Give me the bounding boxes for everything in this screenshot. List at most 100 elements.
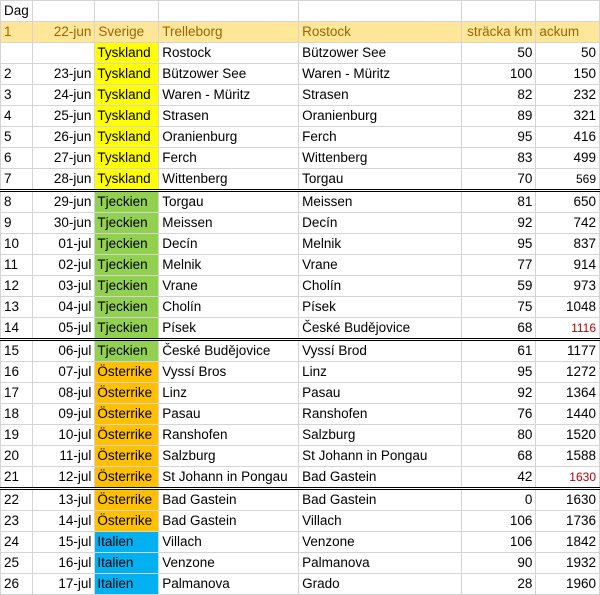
- header-country-cell[interactable]: Sverige: [94, 21, 160, 43]
- cell-from[interactable]: St Johann in Pongau: [158, 466, 300, 489]
- cell-ackum[interactable]: 321: [535, 105, 600, 127]
- cell-to[interactable]: Melnik: [298, 233, 463, 255]
- cell-km[interactable]: 95: [461, 361, 537, 383]
- cell-km[interactable]: 82: [461, 84, 537, 106]
- cell-day[interactable]: 11: [0, 254, 33, 276]
- cell-to[interactable]: Oranienburg: [298, 105, 463, 127]
- cell-ackum[interactable]: 742: [535, 212, 600, 234]
- cell-from[interactable]: Salzburg: [158, 445, 300, 467]
- cell-date[interactable]: 30-jun: [31, 212, 96, 234]
- cell-country[interactable]: Italien: [94, 531, 160, 553]
- cell-ackum[interactable]: 1272: [535, 361, 600, 383]
- cell-from[interactable]: Torgau: [158, 189, 300, 213]
- cell-date[interactable]: 15-jul: [31, 531, 96, 553]
- cell-date[interactable]: 05-jul: [31, 317, 96, 340]
- cell-to[interactable]: Decín: [298, 212, 463, 234]
- cell-km[interactable]: 28: [461, 573, 537, 595]
- cell-to[interactable]: Písek: [298, 296, 463, 318]
- cell-from[interactable]: Ranshofen: [158, 424, 300, 446]
- cell-to[interactable]: Salzburg: [298, 424, 463, 446]
- cell-country[interactable]: Tyskland: [94, 42, 160, 64]
- cell-country[interactable]: Italien: [94, 552, 160, 574]
- cell-ackum[interactable]: 416: [535, 126, 600, 148]
- cell-country[interactable]: Österrike: [94, 466, 160, 489]
- cell-date[interactable]: 24-jun: [31, 84, 96, 106]
- cell-country[interactable]: Tjeckien: [94, 296, 160, 318]
- cell-ackum[interactable]: 1736: [535, 510, 600, 532]
- cell-date[interactable]: 12-jul: [31, 466, 96, 489]
- cell-to[interactable]: Pasau: [298, 382, 463, 404]
- cell-day[interactable]: 12: [0, 275, 33, 297]
- cell-empty[interactable]: [158, 0, 300, 22]
- cell-day[interactable]: 16: [0, 361, 33, 383]
- cell-ackum[interactable]: 150: [535, 63, 600, 85]
- cell-date[interactable]: 01-jul: [31, 233, 96, 255]
- cell-from[interactable]: Decín: [158, 233, 300, 255]
- cell-date[interactable]: 27-jun: [31, 147, 96, 169]
- cell-country[interactable]: Tyskland: [94, 147, 160, 169]
- cell-day[interactable]: 26: [0, 573, 33, 595]
- cell-from[interactable]: Villach: [158, 531, 300, 553]
- cell-country[interactable]: Tjeckien: [94, 275, 160, 297]
- cell-ackum[interactable]: 1440: [535, 403, 600, 425]
- cell-day[interactable]: 24: [0, 531, 33, 553]
- cell-country[interactable]: Österrike: [94, 445, 160, 467]
- cell-empty[interactable]: [461, 0, 537, 22]
- cell-date[interactable]: 03-jul: [31, 275, 96, 297]
- cell-ackum[interactable]: 973: [535, 275, 600, 297]
- cell-from[interactable]: Písek: [158, 317, 300, 340]
- cell-day[interactable]: 18: [0, 403, 33, 425]
- cell-country[interactable]: Tyskland: [94, 126, 160, 148]
- header-km-cell[interactable]: sträcka km: [461, 21, 537, 43]
- cell-date[interactable]: 11-jul: [31, 445, 96, 467]
- cell-ackum[interactable]: 914: [535, 254, 600, 276]
- cell-country[interactable]: Tjeckien: [94, 317, 160, 340]
- cell-from[interactable]: Bützower See: [158, 63, 300, 85]
- cell-date[interactable]: 07-jul: [31, 361, 96, 383]
- cell-date[interactable]: 28-jun: [31, 168, 96, 191]
- cell-to[interactable]: Palmanova: [298, 552, 463, 574]
- cell-km[interactable]: 100: [461, 63, 537, 85]
- cell-country[interactable]: Österrike: [94, 382, 160, 404]
- cell-country[interactable]: Tjeckien: [94, 338, 160, 362]
- cell-to[interactable]: Wittenberg: [298, 147, 463, 169]
- cell-date[interactable]: 10-jul: [31, 424, 96, 446]
- cell-km[interactable]: 42: [461, 466, 537, 489]
- cell-top-label[interactable]: Dag: [0, 0, 33, 22]
- cell-country[interactable]: Italien: [94, 573, 160, 595]
- cell-ackum[interactable]: 1048: [535, 296, 600, 318]
- cell-km[interactable]: 59: [461, 275, 537, 297]
- cell-empty[interactable]: [535, 0, 600, 22]
- cell-from[interactable]: Melnik: [158, 254, 300, 276]
- cell-km[interactable]: 106: [461, 510, 537, 532]
- cell-from[interactable]: České Budějovice: [158, 338, 300, 362]
- cell-to[interactable]: České Budějovice: [298, 317, 463, 340]
- cell-ackum[interactable]: 1960: [535, 573, 600, 595]
- cell-date[interactable]: 06-jul: [31, 338, 96, 362]
- cell-ackum[interactable]: 1177: [535, 338, 600, 362]
- cell-km[interactable]: 95: [461, 126, 537, 148]
- cell-km[interactable]: 76: [461, 403, 537, 425]
- cell-ackum[interactable]: 837: [535, 233, 600, 255]
- cell-ackum[interactable]: 1842: [535, 531, 600, 553]
- cell-km[interactable]: 68: [461, 317, 537, 340]
- cell-country[interactable]: Tyskland: [94, 168, 160, 191]
- cell-to[interactable]: Villach: [298, 510, 463, 532]
- cell-date[interactable]: 17-jul: [31, 573, 96, 595]
- cell-from[interactable]: Venzone: [158, 552, 300, 574]
- cell-country[interactable]: Tjeckien: [94, 233, 160, 255]
- cell-empty[interactable]: [94, 0, 160, 22]
- cell-country[interactable]: Tjeckien: [94, 212, 160, 234]
- cell-date[interactable]: 02-jul: [31, 254, 96, 276]
- cell-km[interactable]: 90: [461, 552, 537, 574]
- cell-to[interactable]: Vrane: [298, 254, 463, 276]
- cell-from[interactable]: Rostock: [158, 42, 300, 64]
- cell-from[interactable]: Waren - Müritz: [158, 84, 300, 106]
- cell-day[interactable]: 5: [0, 126, 33, 148]
- cell-to[interactable]: Venzone: [298, 531, 463, 553]
- cell-from[interactable]: Vyssí Bros: [158, 361, 300, 383]
- cell-from[interactable]: Ferch: [158, 147, 300, 169]
- header-date-cell[interactable]: 22-jun: [31, 21, 96, 43]
- cell-date[interactable]: [31, 42, 96, 64]
- cell-from[interactable]: Palmanova: [158, 573, 300, 595]
